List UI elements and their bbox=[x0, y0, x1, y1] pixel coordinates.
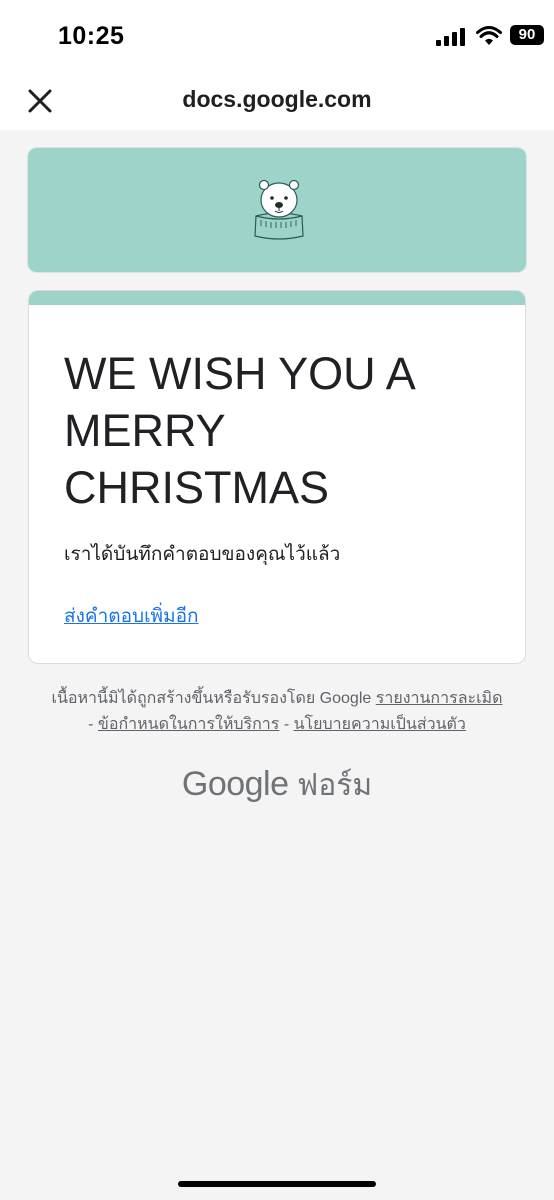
polar-bear-illustration bbox=[254, 179, 304, 240]
google-wordmark: Google bbox=[181, 765, 289, 803]
form-confirmation-card: WE WISH YOU A MERRY CHRISTMAS เราได้บันท… bbox=[28, 290, 526, 664]
submit-another-response-link[interactable]: ส่งคำตอบเพิ่มอีก bbox=[64, 601, 199, 631]
report-abuse-link[interactable]: รายงานการละเมิด bbox=[376, 690, 503, 707]
form-title: WE WISH YOU A MERRY CHRISTMAS bbox=[64, 348, 414, 513]
close-button[interactable] bbox=[22, 83, 58, 119]
home-indicator[interactable] bbox=[178, 1181, 376, 1187]
close-icon bbox=[28, 89, 52, 113]
wifi-icon bbox=[476, 26, 502, 45]
footer-disclaimer: เนื้อหานี้มิได้ถูกสร้างขึ้นหรือรับรองโดย… bbox=[30, 686, 524, 738]
footer-separator: - bbox=[88, 716, 94, 733]
cellular-signal-icon bbox=[436, 28, 465, 46]
form-header-image bbox=[27, 147, 527, 273]
footer-separator: - bbox=[283, 716, 290, 733]
terms-of-service-link[interactable]: ข้อกำหนดในการให้บริการ bbox=[98, 716, 279, 733]
browser-url: docs.google.com bbox=[182, 86, 372, 112]
status-time: 10:25 bbox=[58, 22, 125, 50]
confirmation-message: เราได้บันทึกคำตอบของคุณไว้แล้ว bbox=[64, 544, 341, 565]
disclaimer-text: เนื้อหานี้มิได้ถูกสร้างขึ้นหรือรับรองโดย… bbox=[51, 690, 372, 707]
battery-icon: 90 bbox=[510, 25, 544, 45]
browser-bar: docs.google.com bbox=[0, 72, 554, 130]
google-forms-logo[interactable]: Google ฟอร์ม bbox=[0, 762, 554, 809]
card-accent-bar bbox=[29, 291, 525, 305]
forms-wordmark: ฟอร์ม bbox=[296, 769, 373, 802]
privacy-policy-link[interactable]: นโยบายความเป็นส่วนตัว bbox=[294, 716, 466, 733]
battery-level: 90 bbox=[518, 26, 536, 43]
status-bar: 10:25 90 bbox=[0, 0, 554, 72]
